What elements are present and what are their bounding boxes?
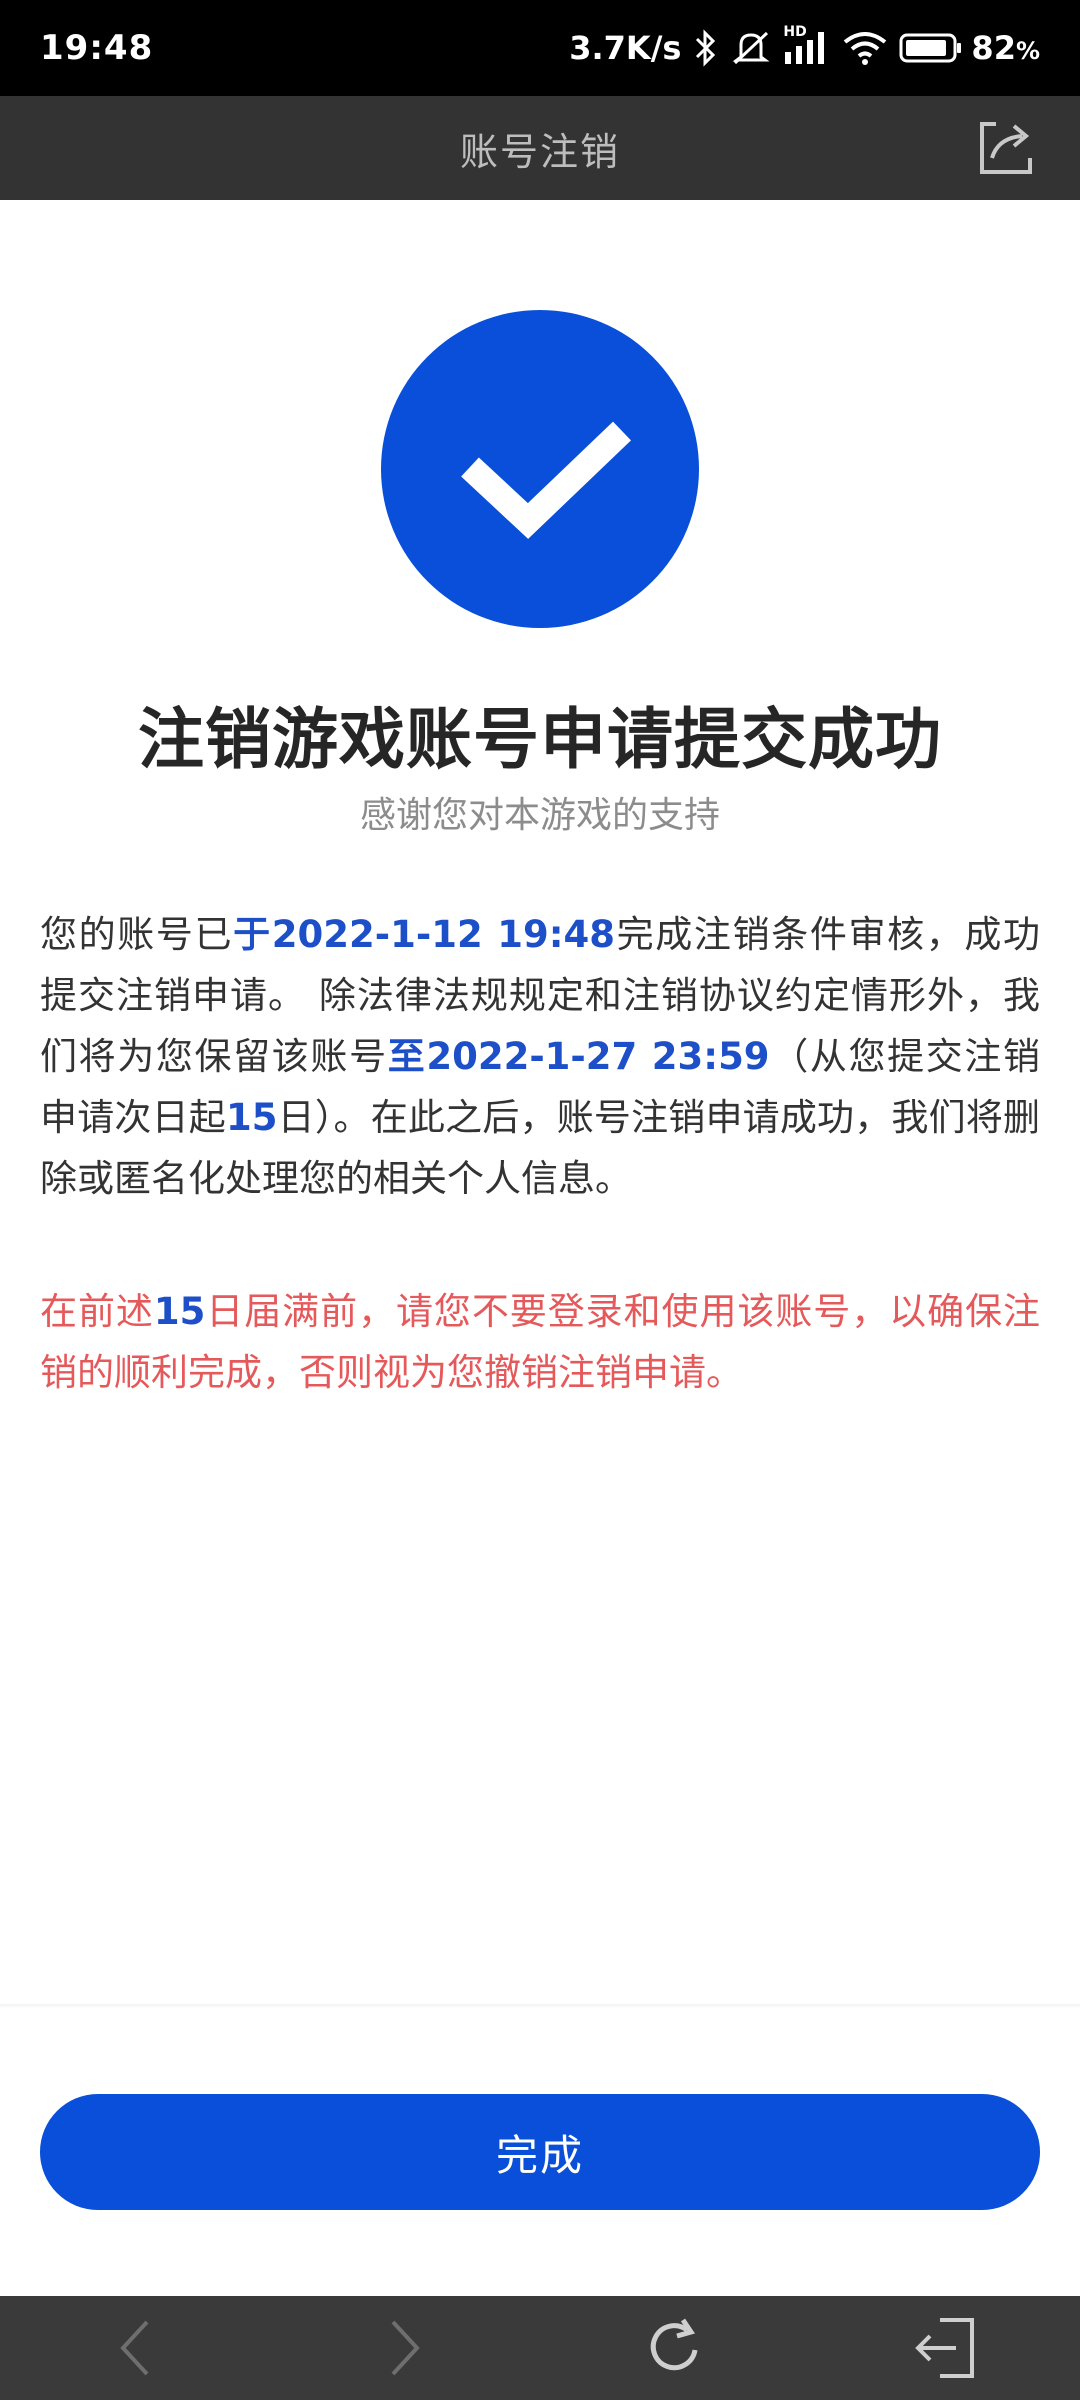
wifi-icon: [843, 30, 887, 66]
bottom-navigation: [0, 2296, 1080, 2400]
success-subtitle: 感谢您对本游戏的支持: [359, 795, 720, 836]
checkmark-icon: [461, 421, 631, 539]
battery-indicator: 82%: [899, 29, 1040, 67]
refresh-icon: [650, 2318, 698, 2371]
share-button[interactable]: [976, 118, 1036, 178]
battery-unit: %: [1015, 37, 1040, 65]
success-title: 注销游戏账号申请提交成功: [138, 701, 942, 778]
network-speed: 3.7K/s: [569, 29, 682, 67]
battery-icon: [899, 33, 962, 63]
warning-text: 在前述15日届满前，请您不要登录和使用该账号，以确保注销的顺利完成，否则视为您撤…: [40, 1281, 1040, 1403]
warning-days: 15: [153, 1290, 206, 1333]
submit-time: 于2022-1-12 19:48: [233, 913, 616, 956]
back-arrow-icon: [120, 2320, 149, 2376]
forward-button[interactable]: [360, 2303, 450, 2393]
page-title: 账号注销: [459, 129, 620, 174]
exit-icon: [915, 2318, 974, 2378]
battery-level: 82: [971, 29, 1016, 67]
bluetooth-icon: [693, 29, 719, 67]
forward-arrow-icon: [391, 2320, 420, 2376]
status-bar: 19:48 3.7K/s HD 82%: [0, 0, 1080, 96]
status-time: 19:48: [40, 28, 154, 68]
info-text-1: 您的账号已: [40, 913, 234, 956]
signal-icon: HD: [783, 24, 831, 66]
done-button[interactable]: 完成: [40, 2094, 1040, 2210]
title-bar: 账号注销: [0, 96, 1080, 200]
back-button[interactable]: [90, 2303, 180, 2393]
retain-until-time: 至2022-1-27 23:59: [387, 1035, 770, 1078]
retain-days: 15: [225, 1096, 278, 1139]
success-icon: [381, 310, 699, 628]
account-info-text: 您的账号已于2022-1-12 19:48完成注销条件审核，成功提交注销申请。 …: [40, 904, 1040, 1209]
refresh-button[interactable]: [630, 2303, 720, 2393]
divider: [0, 2004, 1080, 2008]
warning-text-1: 在前述: [40, 1290, 154, 1333]
signal-label: HD: [783, 24, 807, 40]
status-icons: 3.7K/s HD 82%: [569, 24, 1040, 67]
mute-icon: [731, 29, 771, 67]
share-icon: [980, 122, 1032, 174]
exit-button[interactable]: [900, 2303, 990, 2393]
